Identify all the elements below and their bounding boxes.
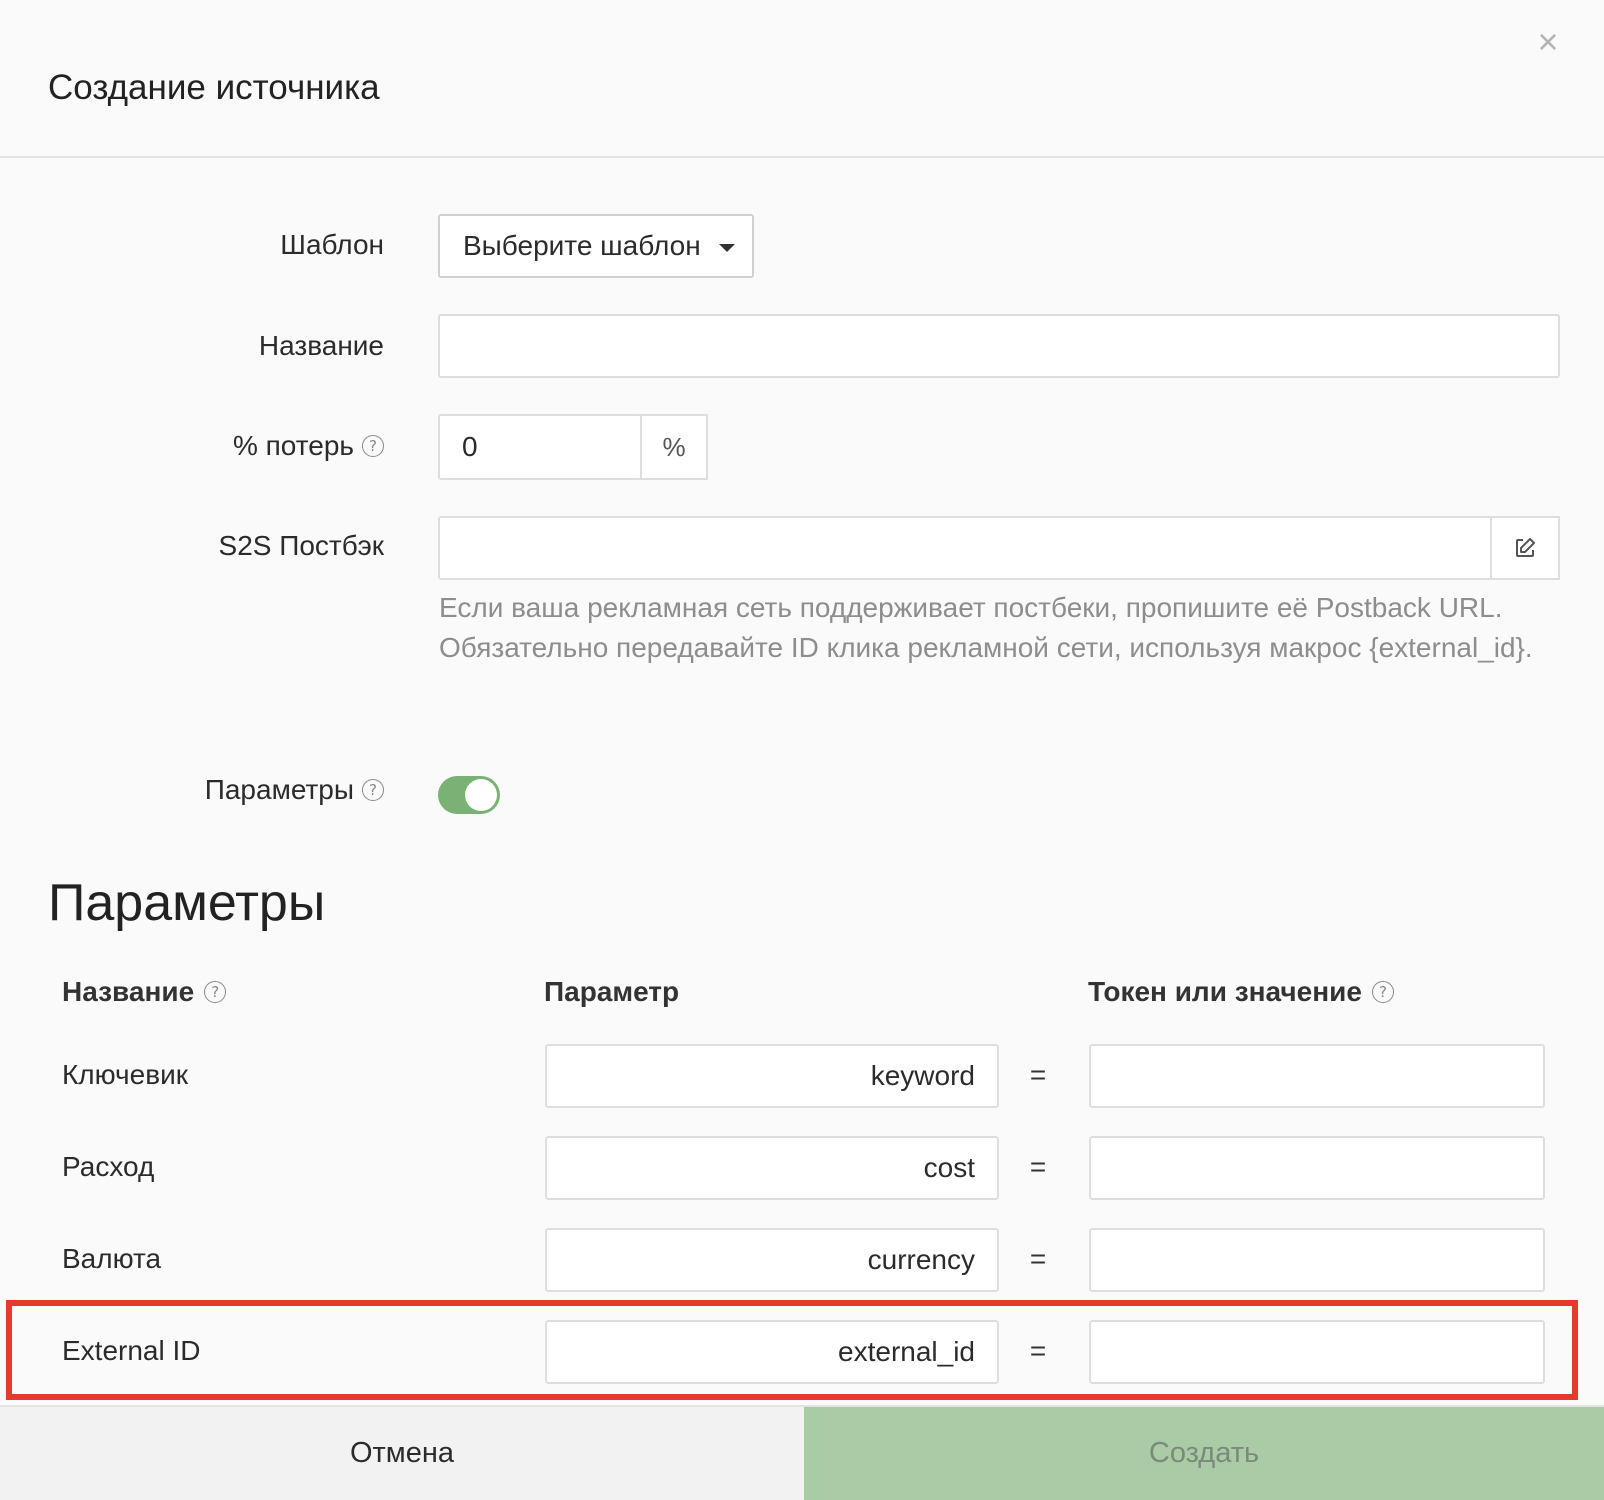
param-input[interactable] bbox=[545, 1228, 999, 1292]
cancel-button[interactable]: Отмена bbox=[0, 1407, 804, 1500]
column-header-param: Параметр bbox=[544, 974, 679, 1010]
loss-input[interactable] bbox=[438, 414, 642, 480]
column-header-param-text: Параметр bbox=[544, 976, 680, 1007]
equals-sign: = bbox=[1029, 1243, 1047, 1274]
equals-sign: = bbox=[1029, 1151, 1047, 1182]
param-row-name: Расход bbox=[62, 1151, 155, 1182]
help-icon[interactable]: ? bbox=[1371, 981, 1394, 1003]
template-select[interactable]: Выберите шаблон bbox=[438, 214, 754, 278]
equals-sign: = bbox=[1029, 1059, 1047, 1090]
modal-header: Создание источника × bbox=[0, 0, 1604, 158]
create-source-modal: Создание источника × Шаблон Выберите шаб… bbox=[0, 0, 1604, 1500]
template-select-value: Выберите шаблон bbox=[463, 230, 701, 261]
postback-label-text: S2S Постбэк bbox=[218, 530, 384, 561]
modal-title: Создание источника bbox=[48, 68, 380, 107]
toggle-knob bbox=[465, 779, 497, 811]
help-icon[interactable]: ? bbox=[362, 779, 384, 801]
postback-input[interactable] bbox=[438, 516, 1492, 580]
column-header-name: Название ? bbox=[62, 974, 227, 1010]
name-label-text: Название bbox=[258, 330, 384, 361]
param-row-name: External ID bbox=[62, 1335, 201, 1366]
params-toggle-label-text: Параметры bbox=[204, 774, 354, 805]
postback-label: S2S Постбэк bbox=[219, 528, 384, 564]
create-button[interactable]: Создать bbox=[804, 1407, 1604, 1500]
template-label-text: Шаблон bbox=[280, 229, 384, 260]
token-input[interactable] bbox=[1089, 1136, 1545, 1200]
column-header-token-text: Токен или значение bbox=[1088, 976, 1362, 1007]
help-icon[interactable]: ? bbox=[362, 435, 384, 457]
name-label: Название bbox=[259, 328, 384, 364]
token-input[interactable] bbox=[1089, 1320, 1545, 1384]
template-label: Шаблон bbox=[280, 227, 384, 263]
close-icon[interactable]: × bbox=[1532, 24, 1564, 60]
param-input[interactable] bbox=[545, 1136, 999, 1200]
modal-footer: Отмена Создать bbox=[0, 1405, 1604, 1500]
name-input[interactable] bbox=[438, 314, 1560, 378]
caret-down-icon bbox=[718, 243, 735, 252]
help-icon[interactable]: ? bbox=[204, 981, 227, 1003]
postback-hint: Если ваша рекламная сеть поддерживает по… bbox=[439, 592, 1533, 663]
equals-sign: = bbox=[1029, 1335, 1047, 1366]
column-header-token: Токен или значение ? bbox=[1088, 974, 1394, 1010]
loss-label-text: % потерь bbox=[232, 430, 354, 461]
params-toggle[interactable] bbox=[438, 776, 500, 814]
loss-label: % потерь ? bbox=[233, 428, 384, 464]
param-input[interactable] bbox=[545, 1044, 999, 1108]
column-header-name-text: Название bbox=[62, 976, 195, 1007]
param-input[interactable] bbox=[545, 1320, 999, 1384]
edit-icon[interactable] bbox=[1490, 516, 1560, 580]
token-input[interactable] bbox=[1089, 1228, 1545, 1292]
param-row-name: Валюта bbox=[62, 1243, 162, 1274]
loss-unit: % bbox=[662, 431, 686, 462]
token-input[interactable] bbox=[1089, 1044, 1545, 1108]
param-row-name: Ключевик bbox=[62, 1059, 188, 1090]
params-section-title: Параметры bbox=[48, 874, 326, 932]
loss-unit-addon: % bbox=[640, 414, 708, 480]
params-toggle-label: Параметры ? bbox=[205, 772, 384, 808]
